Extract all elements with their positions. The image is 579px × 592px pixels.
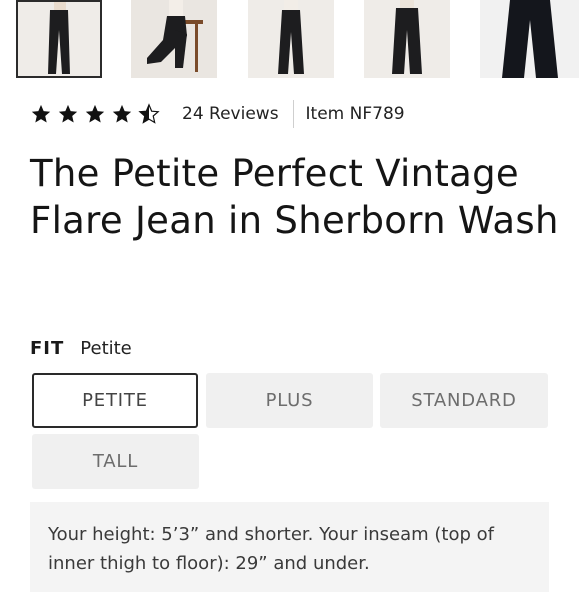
fit-row: FIT Petite	[30, 338, 132, 359]
fit-description: Your height: 5’3” and shorter. Your inse…	[30, 502, 549, 592]
star-full-icon	[31, 104, 51, 123]
thumbnail-image-3[interactable]	[248, 0, 334, 78]
star-rating[interactable]	[30, 103, 160, 125]
divider	[292, 100, 294, 128]
thumbnail-image-5[interactable]	[480, 0, 579, 78]
rating-row: 24 Reviews Item NF789	[30, 100, 405, 128]
product-title: The Petite Perfect Vintage Flare Jean in…	[30, 152, 559, 242]
thumbnail-image-4[interactable]	[364, 0, 450, 78]
star-full-icon	[112, 104, 132, 123]
fit-option-tall[interactable]: TALL	[32, 434, 199, 489]
fit-option-plus[interactable]: PLUS	[206, 373, 373, 428]
fit-option-standard[interactable]: STANDARD	[380, 373, 548, 428]
thumbnail-image-1[interactable]	[16, 0, 102, 78]
star-half-icon	[138, 103, 160, 124]
fit-option-petite[interactable]: PETITE	[32, 373, 198, 428]
item-number: Item NF789	[305, 104, 405, 124]
thumbnail-image-2[interactable]	[131, 0, 217, 78]
star-full-icon	[58, 104, 78, 123]
reviews-link[interactable]: 24 Reviews	[182, 104, 279, 124]
fit-label: FIT	[30, 338, 65, 359]
fit-selected-value: Petite	[80, 338, 132, 359]
star-full-icon	[85, 104, 105, 123]
thumbnail-gallery	[0, 0, 579, 80]
